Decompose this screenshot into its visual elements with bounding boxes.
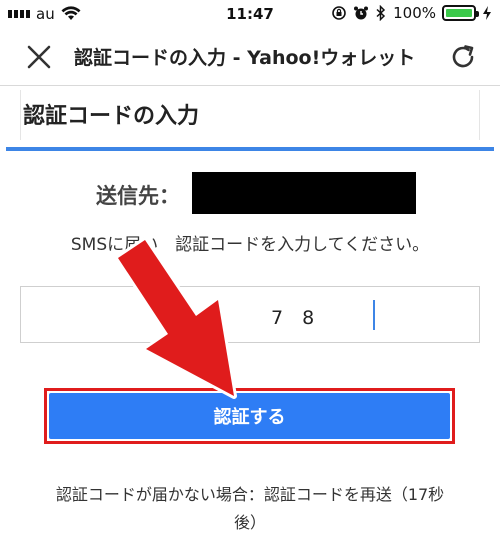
instruction-text: SMSに届い 認証コードを入力してください。 <box>70 235 430 255</box>
page-title: 認証コードの入力 <box>23 104 200 129</box>
text-cursor <box>373 300 375 330</box>
nav-bar: 認証コードの入力 - Yahoo!ウォレット <box>0 28 500 86</box>
code-value: 7 8 <box>271 307 315 329</box>
verify-button-highlight: 認証する <box>44 388 455 444</box>
battery-percent: 100% <box>393 4 436 22</box>
heading-divider <box>6 147 494 151</box>
resend-notice: 認証コードが届かない場合：認証コードを再送（17秒 後） <box>0 481 500 537</box>
close-icon[interactable] <box>24 42 54 72</box>
resend-line-2: 後） <box>233 513 266 532</box>
alarm-icon <box>354 6 369 20</box>
verification-code-input[interactable]: 7 8 <box>20 286 480 343</box>
status-bar: au 11:47 100% <box>0 0 500 28</box>
charging-icon <box>483 6 491 20</box>
status-right: 100% <box>331 4 492 22</box>
destination-label: 送信先： <box>96 184 180 208</box>
page-heading-panel: 認証コードの入力 <box>20 90 480 140</box>
bluetooth-icon <box>376 5 386 21</box>
battery-icon <box>442 5 479 21</box>
reload-icon[interactable] <box>448 42 478 72</box>
verify-button[interactable]: 認証する <box>49 393 450 439</box>
rotation-lock-icon <box>332 6 346 20</box>
nav-title: 認証コードの入力 - Yahoo!ウォレット <box>74 47 416 69</box>
resend-line-1: 認証コードが届かない場合：認証コードを再送（17秒 <box>55 485 445 504</box>
destination-redacted <box>192 172 416 214</box>
